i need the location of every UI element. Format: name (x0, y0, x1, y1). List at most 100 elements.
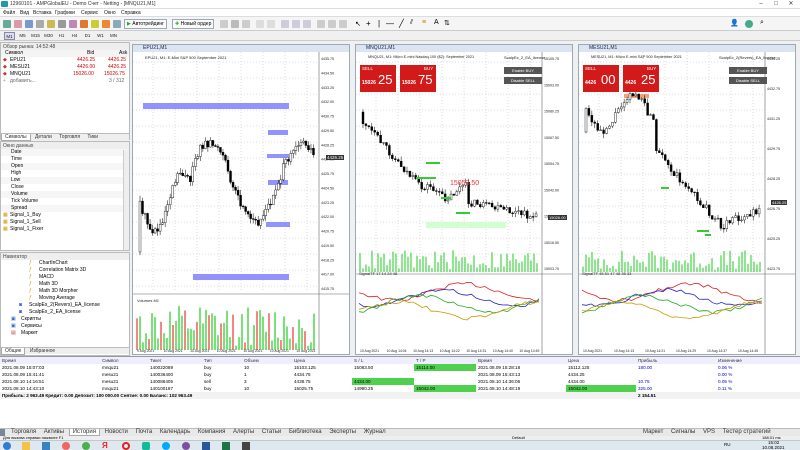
mql-icon[interactable] (102, 20, 110, 28)
history-row[interactable]: 2021.08.09 15:07:03 mnqu21 140022089 buy 10 1… (0, 364, 800, 371)
arrows-icon[interactable]: ⇅ (444, 19, 450, 27)
tab-journal[interactable]: Журнал (361, 429, 389, 435)
minimize-icon[interactable]: – (754, 0, 768, 8)
tab-trading[interactable]: Торговля (56, 134, 83, 140)
text-icon[interactable]: A (434, 19, 439, 26)
tab-ticks[interactable]: Тики (84, 134, 101, 140)
fibo-icon[interactable]: ≡ (422, 19, 426, 26)
lang-indicator[interactable]: RU (724, 442, 731, 447)
zoom-in-icon[interactable] (256, 20, 264, 28)
menu-help[interactable]: Справка (121, 10, 141, 16)
viber-icon[interactable] (182, 442, 190, 450)
indicators-icon[interactable] (317, 20, 325, 28)
tf-w1[interactable]: W1 (95, 32, 106, 40)
history-row[interactable]: 2021.08.10 14:43:10 mnqu21 140100187 buy 10 1… (0, 385, 800, 392)
chart-window-epu21[interactable]: EPU21,M1 4435.75 4434.50 4433.25 4432.00 443… (132, 44, 350, 355)
periods-icon[interactable] (328, 20, 336, 28)
symbol-row[interactable]: ◆ MESU21 4426.00 4426.25 (1, 64, 129, 71)
horizontal-line-icon[interactable]: — (386, 19, 394, 28)
buy-button[interactable]: BUY 4426 25 (623, 65, 659, 92)
menu-window[interactable]: Окно (104, 10, 116, 16)
autotrading-button[interactable]: ▶ Автотрейдинг (124, 19, 167, 29)
menu-view[interactable]: Вид (20, 10, 29, 16)
tab-history[interactable]: История (68, 429, 100, 436)
search-icon[interactable] (113, 20, 121, 28)
skype-icon[interactable] (162, 442, 170, 450)
market-watch-icon[interactable] (25, 20, 33, 28)
start-icon[interactable] (3, 442, 11, 450)
chart-window-mesu21[interactable]: MESU21,M1 4434.25 4432.75 4431.25 4429.75 44… (578, 44, 796, 355)
tab-library[interactable]: Библиотека (286, 429, 325, 435)
tab-vps[interactable]: VPS (700, 429, 718, 435)
buy-button[interactable]: BUY 15026 75 (400, 65, 436, 92)
add-symbol-row[interactable]: + добавить... 3 / 312 (1, 78, 129, 85)
sell-button[interactable]: SELL 4426 00 (583, 65, 619, 92)
tab-details[interactable]: Детали (32, 134, 55, 140)
chart-canvas[interactable]: 4434.254432.754431.254429.754428.254426.… (579, 52, 795, 354)
chart-line-icon[interactable] (242, 20, 250, 28)
maximize-icon[interactable]: □ (769, 0, 783, 8)
tf-mn[interactable]: MN (108, 32, 119, 40)
tab-market[interactable]: Маркет (640, 429, 666, 435)
tf-m5[interactable]: M5 (17, 32, 28, 40)
trendline-icon[interactable]: ╱ (399, 19, 404, 28)
nav-item[interactable]: ƒ Correlation Matrix 3D (1, 267, 129, 274)
nav-item[interactable]: ◙ ScalpEx_2_EA_license (1, 309, 129, 316)
tf-m15[interactable]: M15 (30, 32, 41, 40)
templates-icon[interactable] (339, 20, 347, 28)
sell-button[interactable]: SELL 15026 25 (360, 65, 396, 92)
enable-buy-button[interactable]: Enable BUY (504, 67, 542, 74)
bird-icon[interactable] (62, 442, 70, 450)
tab-favorites[interactable]: Избранное (27, 348, 58, 354)
tf-d1[interactable]: D1 (82, 32, 93, 40)
menu-charts[interactable]: Графики (55, 10, 75, 16)
close-icon[interactable]: ✕ (784, 0, 798, 8)
autoscroll-icon[interactable] (292, 20, 300, 28)
tab-mail[interactable]: Почта (133, 429, 156, 435)
disable-sell-button[interactable]: Disable SELL (729, 77, 767, 84)
tab-common[interactable]: Общие (1, 348, 26, 355)
tab-company[interactable]: Компания (195, 429, 228, 435)
disable-sell-button[interactable]: Disable SELL (504, 77, 542, 84)
tf-m1[interactable]: M1 (4, 32, 15, 40)
menu-tools[interactable]: Сервис (81, 10, 98, 16)
terminal-icon[interactable] (58, 20, 66, 28)
channel-icon[interactable]: ⫽ (410, 19, 413, 27)
symbol-row[interactable]: ◆ MNQU21 15026.00 15026.75 (1, 71, 129, 78)
tab-news[interactable]: Новости (102, 429, 131, 435)
account-icon[interactable]: 👤 (730, 19, 739, 27)
ide-icon[interactable] (91, 20, 99, 28)
enable-buy-button[interactable]: Enable BUY (729, 67, 767, 74)
nav-item[interactable]: ▣ Сервисы (1, 323, 129, 330)
mt5-icon[interactable] (142, 442, 150, 450)
nav-item[interactable]: ▤ Маркет (1, 330, 129, 337)
excel-icon[interactable] (222, 442, 230, 450)
tab-articles[interactable]: Статьи (259, 429, 284, 435)
nav-item[interactable]: ƒ Math 3D (1, 281, 129, 288)
toolbar-search-icon[interactable]: ⌕ (760, 19, 764, 27)
vertical-line-icon[interactable]: | (378, 19, 380, 28)
tester-icon[interactable] (69, 20, 77, 28)
word-icon[interactable] (202, 442, 210, 450)
history-row[interactable]: 2021.08.10 14:16:51 mesu21 140086405 sell 3 4… (0, 378, 800, 385)
explorer-icon[interactable] (22, 442, 30, 450)
nav-item[interactable]: ƒ MACD (1, 274, 129, 281)
zoom-out-icon[interactable] (267, 20, 275, 28)
yandex-icon[interactable]: Я (102, 441, 108, 450)
chart-candles-icon[interactable] (231, 20, 239, 28)
data-window-icon[interactable] (36, 20, 44, 28)
menu-file[interactable]: Файл (3, 10, 15, 16)
menu-insert[interactable]: Вставка (33, 10, 52, 16)
cursor-icon[interactable]: ↖ (355, 20, 361, 28)
tab-calendar[interactable]: Календарь (157, 429, 193, 435)
community-icon[interactable] (745, 20, 753, 28)
chart-canvas[interactable]: 4435.75 4434.50 4433.25 4432.00 4430.75 4429.… (133, 52, 349, 354)
tab-experts[interactable]: Эксперты (326, 429, 359, 435)
new-order-button[interactable]: ✚ Новый ордер (172, 19, 215, 29)
chart-bars-icon[interactable] (220, 20, 228, 28)
profiles-icon[interactable] (14, 20, 22, 28)
tf-h1[interactable]: H1 (56, 32, 67, 40)
nav-item[interactable]: ƒ ChartInChart (1, 260, 129, 267)
opera-icon[interactable] (122, 442, 130, 450)
chart-window-mnqu21[interactable]: MNQU21,M1 15105.75 15093.00 15080.25 15067.… (355, 44, 573, 355)
